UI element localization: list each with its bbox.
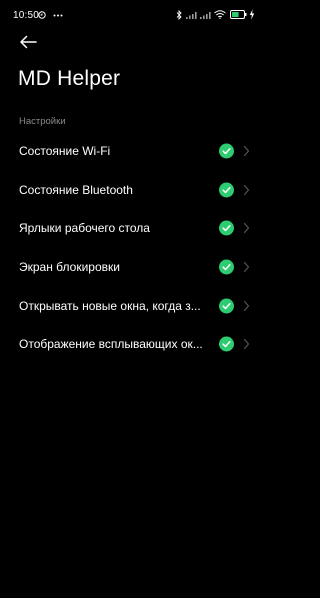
- sync-icon: [38, 11, 46, 19]
- check-circle-icon: [219, 143, 234, 159]
- setting-row-bluetooth-status[interactable]: Состояние Bluetooth: [0, 171, 269, 210]
- chevron-right-icon: [243, 146, 250, 157]
- status-bar: 10:50: [0, 0, 269, 30]
- setting-row-wifi-status[interactable]: Состояние Wi-Fi: [0, 132, 269, 171]
- signal-icon: [200, 12, 211, 19]
- setting-row-lock-screen[interactable]: Экран блокировки: [0, 248, 269, 287]
- setting-label: Состояние Wi-Fi: [19, 144, 111, 159]
- chevron-right-icon: [243, 300, 250, 311]
- setting-row-open-new-windows[interactable]: Открывать новые окна, когда з...: [0, 286, 269, 325]
- setting-label: Ярлыки рабочего стола: [19, 221, 150, 236]
- chevron-right-icon: [243, 339, 250, 350]
- signal-icon: [186, 12, 197, 19]
- setting-label: Отображение всплывающих ок...: [19, 337, 203, 352]
- wifi-icon: [214, 10, 226, 19]
- charging-icon: [249, 9, 255, 20]
- chevron-right-icon: [243, 261, 250, 273]
- battery-icon: [230, 10, 247, 19]
- setting-label: Экран блокировки: [19, 260, 120, 275]
- check-circle-icon: [219, 220, 234, 236]
- setting-label: Состояние Bluetooth: [19, 182, 133, 197]
- bluetooth-icon: [176, 10, 182, 20]
- setting-row-popup-windows[interactable]: Отображение всплывающих ок...: [0, 325, 269, 364]
- check-circle-icon: [219, 336, 234, 352]
- chevron-right-icon: [243, 184, 250, 195]
- settings-list: Состояние Wi-Fi Состояние Bluetooth Ярлы…: [0, 132, 269, 364]
- section-header: Настройки: [19, 116, 66, 127]
- more-dots-icon: [53, 14, 63, 17]
- arrow-left-icon: [20, 35, 37, 49]
- check-circle-icon: [219, 259, 234, 275]
- page-title: MD Helper: [18, 67, 121, 90]
- setting-row-desktop-shortcuts[interactable]: Ярлыки рабочего стола: [0, 209, 269, 248]
- status-time: 10:50: [13, 10, 40, 21]
- chevron-right-icon: [243, 223, 250, 234]
- check-circle-icon: [219, 182, 234, 198]
- check-circle-icon: [219, 298, 234, 314]
- setting-label: Открывать новые окна, когда з...: [19, 298, 201, 313]
- back-button[interactable]: [14, 32, 40, 52]
